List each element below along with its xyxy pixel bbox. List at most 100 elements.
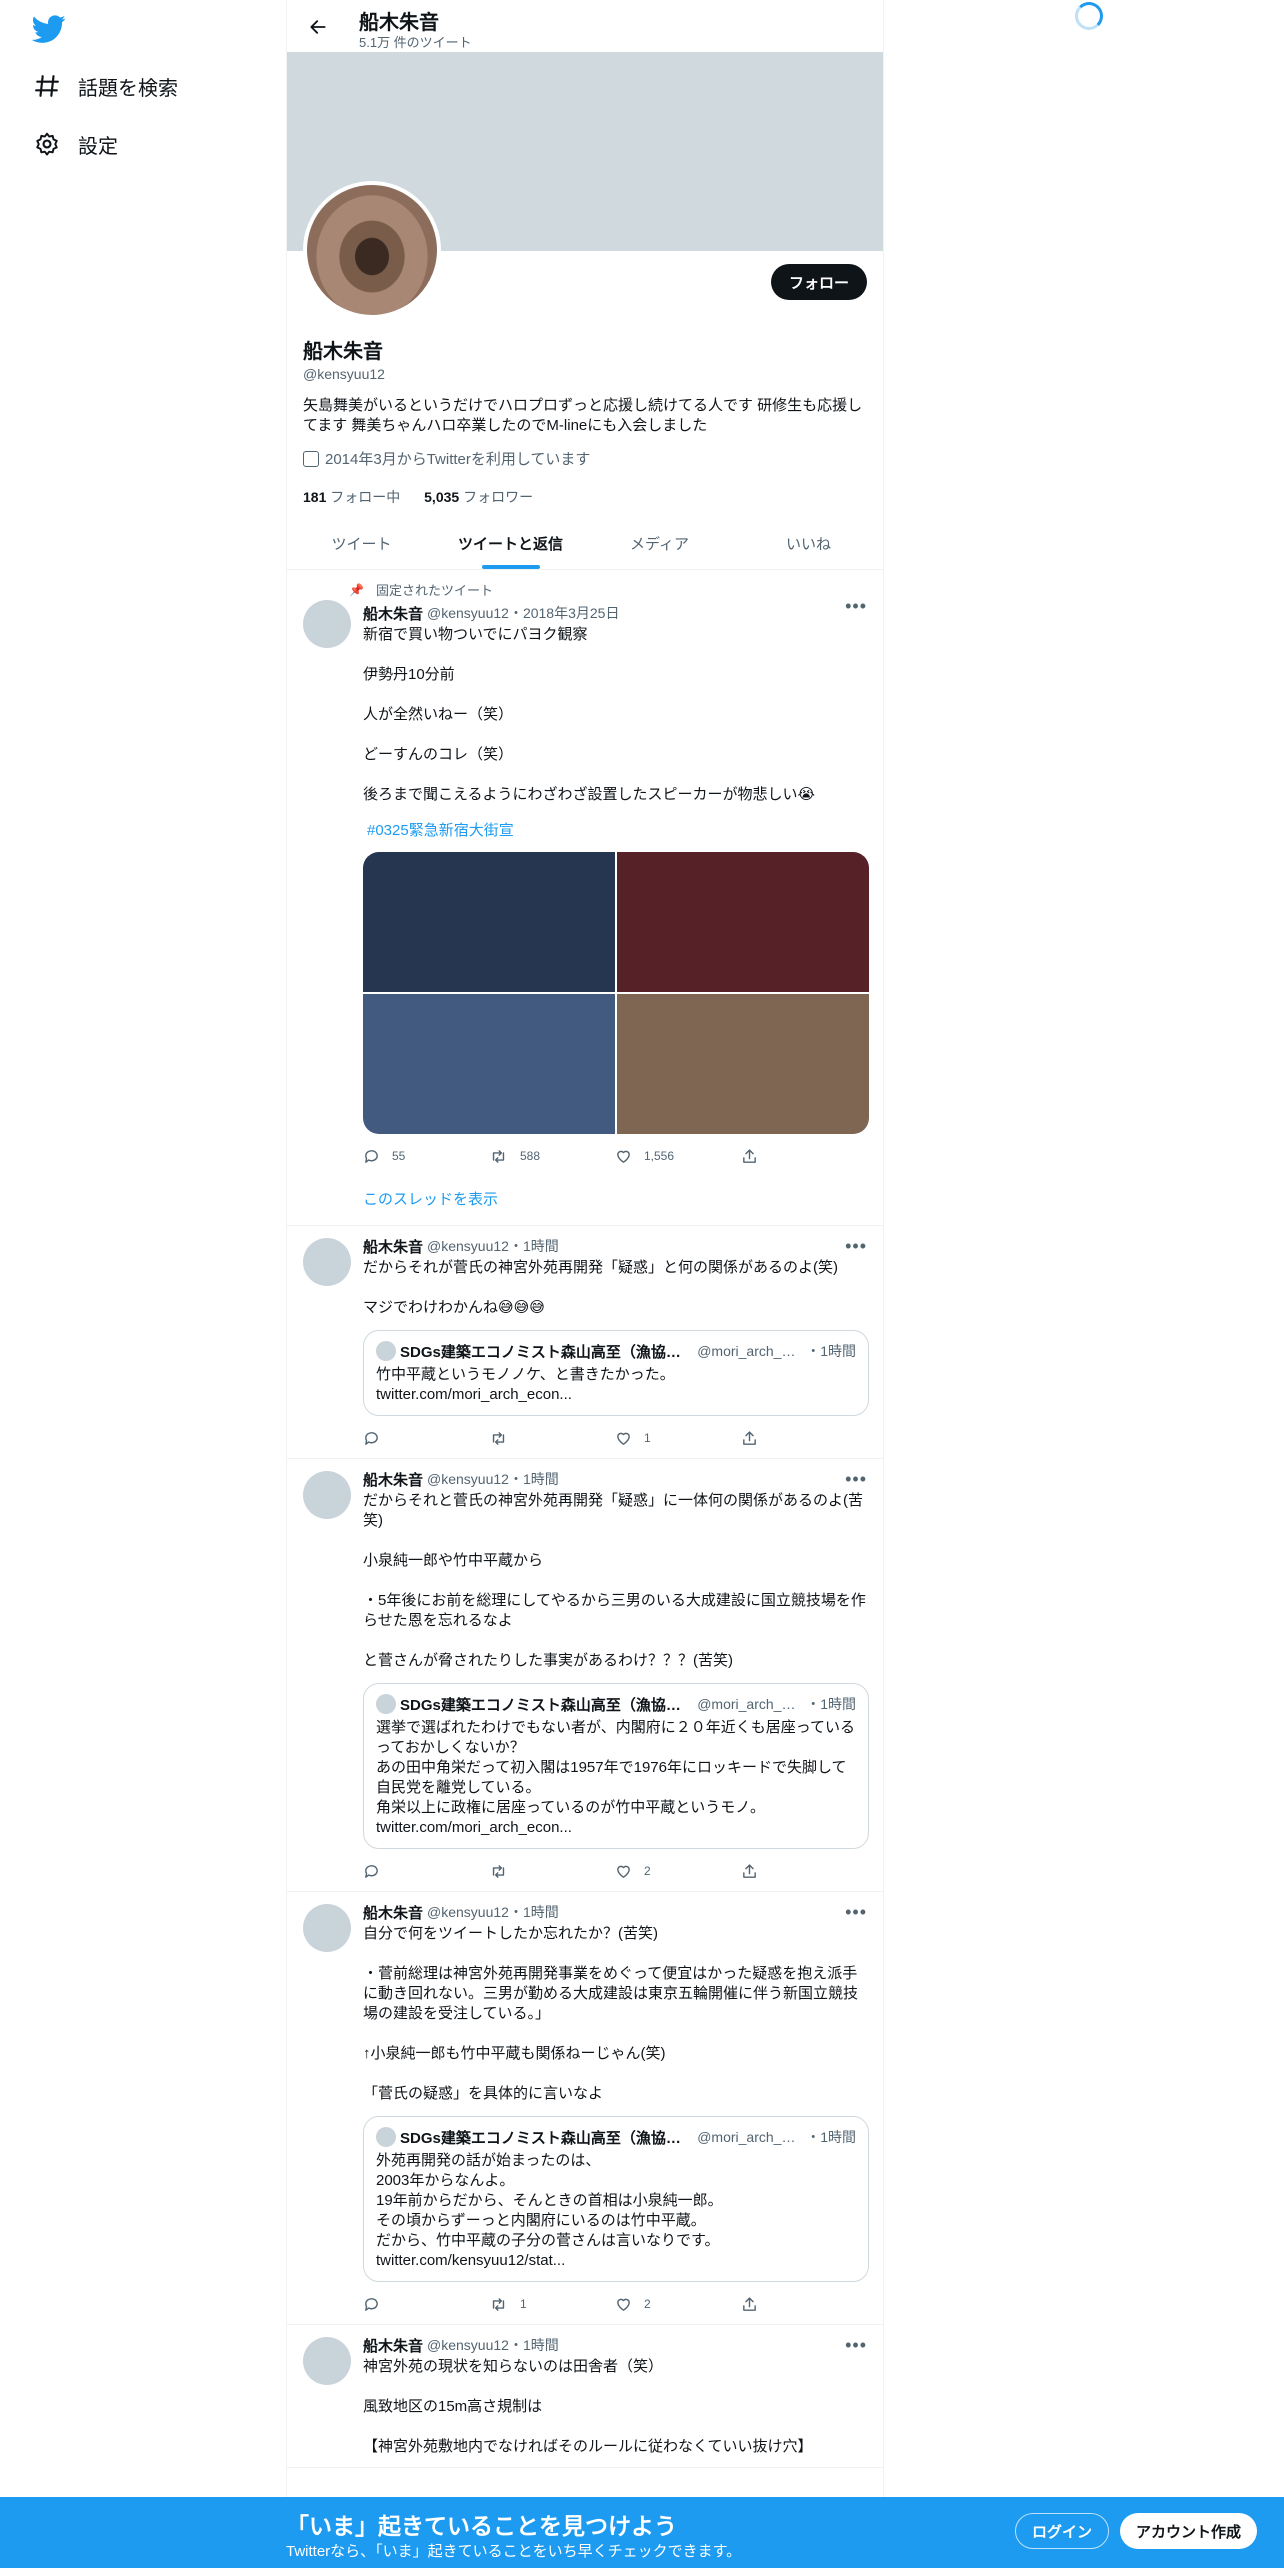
quoted-tweet[interactable]: SDGs建築エコノミスト森山高至（漁協建築家） @mori_arch_econo…: [363, 1683, 869, 1849]
profile-avatar[interactable]: [303, 181, 441, 319]
profile-header-bar: 船木朱音 5.1万 件のツイート: [287, 0, 883, 52]
more-icon[interactable]: •••: [845, 1902, 867, 1923]
heart-icon: [617, 1865, 630, 1878]
reply-button[interactable]: [363, 2296, 489, 2313]
like-button[interactable]: 2: [615, 1863, 741, 1880]
media-grid: [363, 852, 869, 1134]
reply-button[interactable]: 55: [363, 1148, 489, 1165]
quoted-tweet[interactable]: SDGs建築エコノミスト森山高至（漁協建築家） @mori_arch_econo…: [363, 1330, 869, 1416]
tweet-actions: 1 2: [363, 2294, 867, 2314]
tab-likes[interactable]: いいね: [734, 517, 883, 569]
author-meta[interactable]: @kensyuu12・1時間: [427, 1902, 559, 1922]
following-label: フォロー中: [330, 489, 401, 505]
profile-handle: @kensyuu12: [303, 366, 385, 382]
share-button[interactable]: [741, 2296, 867, 2313]
more-icon[interactable]: •••: [845, 1469, 867, 1490]
reply-button[interactable]: [363, 1863, 489, 1880]
author-name[interactable]: 船木朱音: [363, 1236, 423, 1257]
reply-icon: [365, 2297, 378, 2311]
followers-link[interactable]: 5,035 フォロワー: [424, 489, 533, 505]
loading-spinner-icon: [1075, 2, 1103, 30]
quote-time: ・1時間: [806, 1343, 856, 1359]
tweet-text: だからそれが菅氏の神宮外苑再開発「疑惑」と何の関係があるのよ(笑) マジでわけわ…: [363, 1259, 838, 1316]
like-button[interactable]: 2: [615, 2296, 741, 2313]
login-button[interactable]: ログイン: [1015, 2513, 1110, 2549]
profile-info: 船木朱音 @kensyuu12 矢島舞美がいるというだけでハロプロずっと応援し続…: [303, 335, 867, 507]
media-image-4[interactable]: [617, 994, 869, 1134]
avatar[interactable]: [303, 1471, 351, 1519]
signup-banner: 「いま」起きていることを見つけよう Twitterなら、「いま」起きていることを…: [0, 2497, 1284, 2568]
retweet-button[interactable]: [489, 1430, 615, 1447]
quote-avatar: [376, 1341, 396, 1361]
quote-author-name: SDGs建築エコノミスト森山高至（漁協建築家）: [400, 1696, 693, 1714]
tweet-actions: 1: [363, 1428, 867, 1448]
like-count: 1,556: [644, 1149, 675, 1163]
author-meta[interactable]: @kensyuu12・1時間: [427, 1236, 559, 1256]
quote-time: ・1時間: [806, 2129, 856, 2145]
tab-tweets-and-replies[interactable]: ツイートと返信: [436, 517, 585, 569]
more-icon[interactable]: •••: [845, 2335, 867, 2356]
back-button[interactable]: [301, 10, 335, 44]
tweet[interactable]: ••• 船木朱音 @kensyuu12・1時間 自分で何をツイートしたか忘れたか…: [287, 1892, 883, 2325]
profile-bio: 矢島舞美がいるというだけでハロプロずっと応援し続けてる人です 研修生も応援してま…: [303, 397, 863, 434]
tweet-header: 船木朱音 @kensyuu12・1時間: [363, 1236, 867, 1256]
tweet[interactable]: 📌 固定されたツイート ••• 船木朱音 @kensyuu12・2018年3月2…: [287, 570, 883, 1226]
author-meta[interactable]: @kensyuu12・2018年3月25日: [427, 603, 619, 623]
follow-button[interactable]: フォロー: [770, 264, 867, 300]
hashtag-link[interactable]: #0325緊急新宿大街宣: [367, 819, 867, 840]
author-meta[interactable]: @kensyuu12・1時間: [427, 1469, 559, 1489]
heart-icon: [617, 1432, 630, 1445]
heart-icon: [617, 2298, 630, 2311]
tweet-actions: 2: [363, 1861, 867, 1881]
profile-joined: 2014年3月からTwitterを利用しています: [303, 448, 867, 469]
quote-text: 選挙で選ばれたわけでもない者が、内閣府に２０年近くも居座っているっておかしくない…: [376, 1719, 855, 1836]
tweet-actions: 55 588 1,556: [363, 1146, 867, 1166]
followers-count: 5,035: [424, 489, 460, 505]
signup-button[interactable]: アカウント作成: [1120, 2513, 1258, 2549]
tab-tweets[interactable]: ツイート: [287, 517, 436, 569]
quoted-tweet[interactable]: SDGs建築エコノミスト森山高至（漁協建築家） @mori_arch_econo…: [363, 2116, 869, 2282]
reply-icon: [365, 1149, 378, 1163]
share-button[interactable]: [741, 1863, 867, 1880]
tab-media[interactable]: メディア: [585, 517, 734, 569]
more-icon[interactable]: •••: [845, 1236, 867, 1257]
tweet[interactable]: ••• 船木朱音 @kensyuu12・1時間 だからそれと菅氏の神宮外苑再開発…: [287, 1459, 883, 1892]
avatar[interactable]: [303, 1904, 351, 1952]
more-icon[interactable]: •••: [845, 596, 867, 617]
like-button[interactable]: 1,556: [615, 1148, 741, 1165]
media-image-1[interactable]: [363, 852, 615, 992]
nav-explore[interactable]: 話題を検索: [32, 66, 178, 106]
nav-explore-label: 話題を検索: [78, 77, 178, 100]
avatar[interactable]: [303, 1238, 351, 1286]
tweet[interactable]: ••• 船木朱音 @kensyuu12・1時間 だからそれが菅氏の神宮外苑再開発…: [287, 1226, 883, 1459]
reply-icon: [365, 1431, 378, 1445]
profile-tabs: ツイート ツイートと返信 メディア いいね: [287, 517, 883, 570]
author-meta[interactable]: @kensyuu12・1時間: [427, 2335, 559, 2355]
retweet-button[interactable]: 1: [489, 2296, 615, 2313]
share-button[interactable]: [741, 1148, 867, 1165]
avatar[interactable]: [303, 600, 351, 648]
tweet[interactable]: ••• 船木朱音 @kensyuu12・1時間 神宮外苑の現状を知らないのは田舎…: [287, 2325, 883, 2468]
retweet-button[interactable]: [489, 1863, 615, 1880]
tweet-feed: 📌 固定されたツイート ••• 船木朱音 @kensyuu12・2018年3月2…: [287, 570, 883, 2468]
author-name[interactable]: 船木朱音: [363, 603, 423, 624]
author-name[interactable]: 船木朱音: [363, 2335, 423, 2356]
retweet-button[interactable]: 588: [489, 1148, 615, 1165]
tweet-text: 自分で何をツイートしたか忘れたか？(苦笑) ・菅前総理は神宮外苑再開発事業をめぐ…: [363, 1925, 859, 2102]
reply-button[interactable]: [363, 1430, 489, 1447]
avatar[interactable]: [303, 2337, 351, 2385]
media-image-2[interactable]: [617, 852, 869, 992]
media-image-3[interactable]: [363, 994, 615, 1134]
heart-icon: [617, 1150, 630, 1163]
tweet-header: 船木朱音 @kensyuu12・1時間: [363, 2335, 867, 2355]
like-button[interactable]: 1: [615, 1430, 741, 1447]
retweet-icon: [492, 1431, 505, 1445]
twitter-bird-icon[interactable]: [32, 12, 66, 46]
author-name[interactable]: 船木朱音: [363, 1902, 423, 1923]
share-button[interactable]: [741, 1430, 867, 1447]
following-link[interactable]: 181 フォロー中: [303, 489, 400, 505]
nav-settings[interactable]: 設定: [32, 124, 118, 164]
author-name[interactable]: 船木朱音: [363, 1469, 423, 1490]
show-thread-link[interactable]: このスレッドを表示: [363, 1188, 867, 1209]
like-count: 2: [644, 2297, 651, 2311]
